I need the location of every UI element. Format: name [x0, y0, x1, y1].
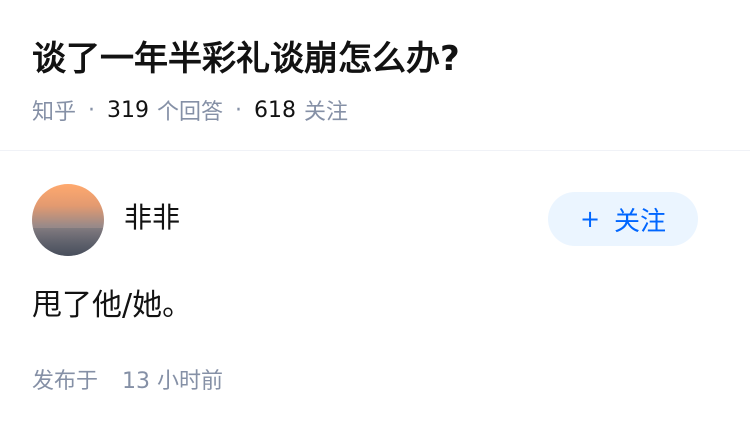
follower-label: 关注 — [304, 100, 349, 125]
author-name[interactable]: 非非 — [124, 200, 180, 236]
question-title[interactable]: 谈了一年半彩礼谈崩怎么办? — [32, 36, 460, 82]
source-label: 知乎 — [32, 100, 77, 125]
answer-count-label: 个回答 — [157, 100, 224, 125]
answer-card: 非非 + 关注 甩了他/她。 发布于 13 小时前 — [0, 152, 750, 434]
answer-count: 319 — [107, 97, 150, 123]
question-meta: 知乎 · 319 个回答 · 618 关注 — [32, 94, 348, 126]
published-time: 13 小时前 — [122, 369, 224, 394]
answer-timestamp: 发布于 13 小时前 — [32, 366, 223, 398]
follow-button-label: 关注 — [614, 206, 667, 237]
question-header: 谈了一年半彩礼谈崩怎么办? 知乎 · 319 个回答 · 618 关注 — [0, 0, 750, 151]
meta-separator-2: · — [235, 97, 243, 123]
follower-count: 618 — [254, 97, 297, 123]
meta-separator: · — [88, 97, 96, 123]
published-label: 发布于 — [32, 369, 99, 394]
answer-content[interactable]: 甩了他/她。 — [32, 284, 192, 328]
follow-button[interactable]: + 关注 — [548, 192, 698, 246]
plus-icon: + — [579, 205, 601, 233]
avatar[interactable] — [32, 184, 104, 256]
